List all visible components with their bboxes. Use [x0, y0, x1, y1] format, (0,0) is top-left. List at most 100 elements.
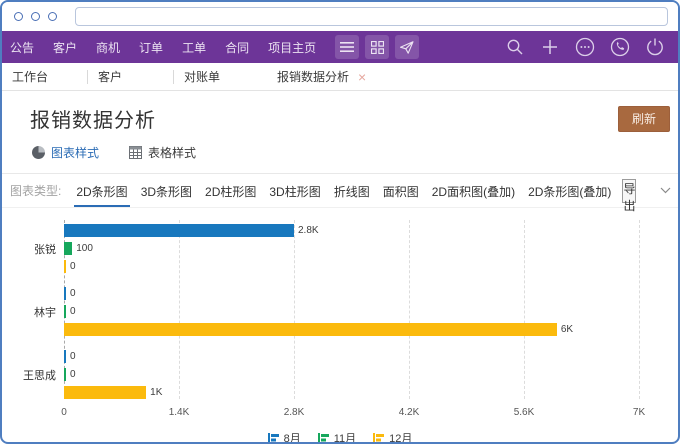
bar-row: 0	[64, 305, 639, 318]
grid-apps-icon	[371, 41, 384, 54]
bar-12月[interactable]	[64, 323, 557, 336]
tab-statement[interactable]: 对账单	[174, 68, 259, 85]
bar-value-label: 100	[76, 243, 93, 254]
nav-item-announcement[interactable]: 公告	[10, 39, 34, 56]
more-button[interactable]	[574, 36, 596, 58]
bar-row: 0	[64, 260, 639, 273]
bar-11月[interactable]	[64, 368, 66, 381]
bar-value-label: 0	[70, 351, 76, 362]
view-option-label: 图表样式	[51, 144, 99, 161]
legend-flag-icon	[318, 432, 329, 444]
page-header: 报销数据分析 刷新	[2, 91, 678, 142]
tab-workbench[interactable]: 工作台	[2, 68, 87, 85]
chart-type-bar: 图表类型: 2D条形图 3D条形图 2D柱形图 3D柱形图 折线图 面积图 2D…	[2, 174, 678, 208]
bar-8月[interactable]	[64, 350, 66, 363]
chart-type-area[interactable]: 面积图	[381, 174, 421, 207]
bar-row: 0	[64, 368, 639, 381]
nav-item-contract[interactable]: 合同	[225, 39, 249, 56]
legend-label: 12月	[389, 430, 412, 444]
bar-row: 1K	[64, 386, 639, 399]
category-label: 张锐	[4, 241, 56, 257]
bar-8月[interactable]	[64, 224, 294, 237]
legend-flag-icon	[373, 432, 384, 444]
bar-11月[interactable]	[64, 242, 72, 255]
bar-group: 林宇006K	[64, 287, 639, 336]
x-tick-label: 4.2K	[399, 407, 420, 418]
chart-type-3d-column[interactable]: 3D柱形图	[267, 174, 322, 207]
chart-legend: 8月 11月 12月	[2, 430, 678, 444]
logout-button[interactable]	[644, 36, 666, 58]
tab-strip: 工作台 客户 对账单 报销数据分析 ×	[2, 63, 678, 91]
close-tab-icon[interactable]: ×	[358, 70, 366, 84]
chevron-down-icon	[660, 187, 671, 194]
bar-group: 王思成001K	[64, 350, 639, 399]
table-icon	[129, 146, 142, 159]
view-option-table[interactable]: 表格样式	[129, 144, 196, 161]
chart-type-2d-bar-stacked[interactable]: 2D条形图(叠加)	[526, 174, 613, 207]
chart-type-2d-bar[interactable]: 2D条形图	[74, 174, 129, 207]
search-button[interactable]	[504, 36, 526, 58]
ellipsis-circle-icon	[575, 37, 595, 57]
x-tick-label: 7K	[633, 407, 645, 418]
category-label: 林宇	[4, 304, 56, 320]
bar-value-label: 0	[70, 288, 76, 299]
bar-row: 6K	[64, 323, 639, 336]
category-label: 王思成	[4, 367, 56, 383]
bar-12月[interactable]	[64, 260, 66, 273]
x-axis: 01.4K2.8K4.2K5.6K7K	[64, 407, 639, 420]
bar-value-label: 2.8K	[298, 225, 319, 236]
window-control-dot-1[interactable]	[14, 12, 23, 21]
send-button[interactable]	[395, 35, 419, 59]
browser-bar	[2, 2, 678, 31]
legend-item[interactable]: 11月	[318, 430, 356, 444]
chart-type-2d-area-stacked[interactable]: 2D面积图(叠加)	[430, 174, 517, 207]
export-button[interactable]: 导出	[622, 179, 636, 203]
legend-flag-icon	[268, 432, 279, 444]
address-input[interactable]	[75, 7, 668, 26]
bar-value-label: 0	[70, 306, 76, 317]
bar-value-label: 1K	[150, 387, 162, 398]
nav-item-opportunity[interactable]: 商机	[96, 39, 120, 56]
add-button[interactable]	[539, 36, 561, 58]
window-control-dot-3[interactable]	[48, 12, 57, 21]
refresh-button[interactable]: 刷新	[618, 106, 670, 132]
plot-area: 张锐2.8K1000林宇006K王思成001K	[64, 224, 639, 399]
menu-button[interactable]	[335, 35, 359, 59]
nav-item-order[interactable]: 订单	[139, 39, 163, 56]
collapse-button[interactable]	[660, 187, 671, 194]
bar-row: 2.8K	[64, 224, 639, 237]
tab-customer[interactable]: 客户	[88, 68, 173, 85]
legend-item[interactable]: 8月	[268, 430, 301, 444]
bar-group: 张锐2.8K1000	[64, 224, 639, 273]
x-tick-label: 1.4K	[169, 407, 190, 418]
bar-11月[interactable]	[64, 305, 66, 318]
plus-icon	[542, 39, 558, 55]
phone-button[interactable]	[609, 36, 631, 58]
chart-type-line[interactable]: 折线图	[332, 174, 372, 207]
nav-item-customer[interactable]: 客户	[53, 39, 77, 56]
legend-label: 11月	[334, 430, 356, 444]
x-tick-label: 0	[61, 407, 67, 418]
legend-label: 8月	[284, 430, 301, 444]
bar-value-label: 6K	[561, 324, 573, 335]
x-tick-label: 5.6K	[514, 407, 535, 418]
apps-button[interactable]	[365, 35, 389, 59]
view-toggle: 图表样式 表格样式	[2, 142, 678, 174]
bar-row: 0	[64, 350, 639, 363]
view-option-label: 表格样式	[148, 144, 196, 161]
bar-8月[interactable]	[64, 287, 66, 300]
tab-expense-analysis-active[interactable]: 报销数据分析 ×	[259, 68, 376, 85]
pie-chart-icon	[32, 146, 45, 159]
nav-item-workorder[interactable]: 工单	[182, 39, 206, 56]
chart-type-2d-column[interactable]: 2D柱形图	[203, 174, 258, 207]
chart-type-3d-bar[interactable]: 3D条形图	[139, 174, 194, 207]
legend-item[interactable]: 12月	[373, 430, 412, 444]
hamburger-icon	[340, 42, 354, 52]
page-title: 报销数据分析	[30, 104, 156, 133]
bar-12月[interactable]	[64, 386, 146, 399]
main-nav: 公告 客户 商机 订单 工单 合同 项目主页	[2, 31, 678, 63]
nav-item-project-home[interactable]: 项目主页	[268, 39, 316, 56]
bar-row: 100	[64, 242, 639, 255]
view-option-chart[interactable]: 图表样式	[32, 144, 99, 161]
window-control-dot-2[interactable]	[31, 12, 40, 21]
